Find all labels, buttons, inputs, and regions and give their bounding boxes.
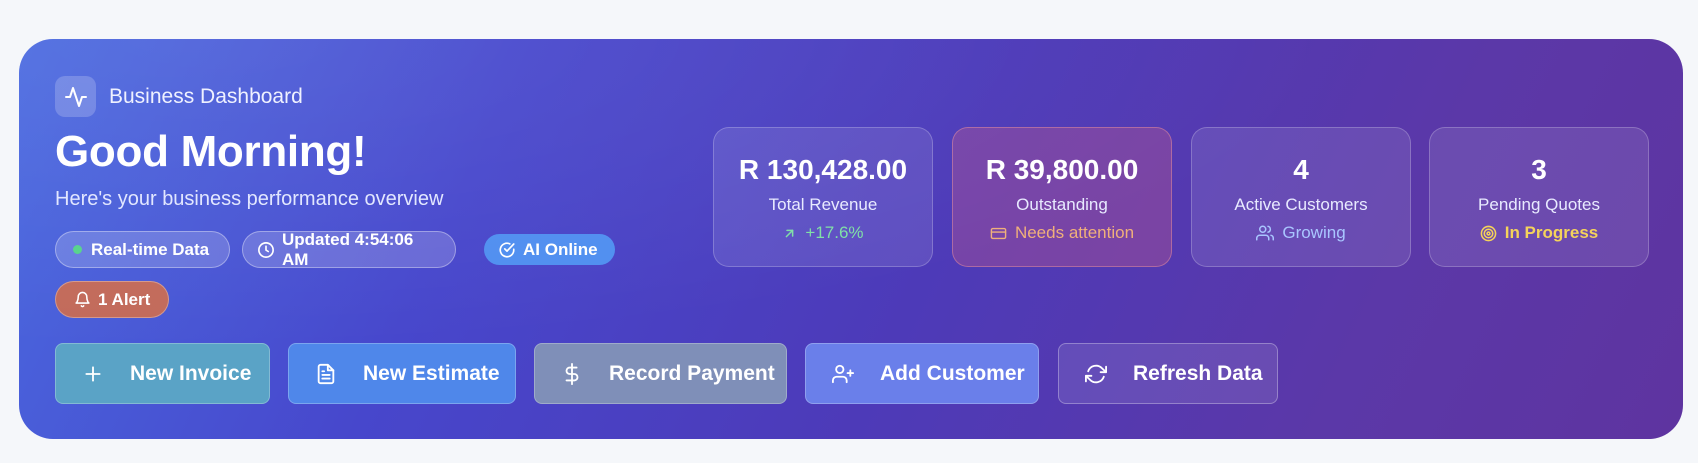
dollar-icon [560, 362, 584, 385]
user-plus-icon [831, 363, 855, 385]
stat-trend: Growing [1192, 223, 1410, 243]
add-customer-button[interactable]: Add Customer [805, 343, 1039, 404]
credit-card-icon [990, 225, 1007, 242]
status-dot [73, 245, 82, 254]
stat-trend-label: Needs attention [1014, 223, 1135, 242]
brand-name: Business Dashboard [109, 84, 303, 108]
stat-card-revenue: R 130,428.00 Total Revenue +17.6% [713, 127, 933, 267]
activity-icon [55, 76, 96, 117]
add-customer-label: Add Customer [880, 361, 1025, 385]
realtime-label: Real-time Data [91, 239, 210, 259]
new-invoice-label: New Invoice [130, 361, 252, 385]
stat-label: Pending Quotes [1478, 195, 1600, 214]
stat-value: R 130,428.00 [738, 154, 908, 185]
record-payment-button[interactable]: Record Payment [534, 343, 787, 404]
alert-label: 1 Alert [98, 289, 151, 309]
clock-icon [257, 241, 275, 259]
target-icon [1480, 225, 1497, 242]
stat-trend-label: +17.6% [805, 223, 864, 242]
updated-badge: Updated 4:54:06 AM [242, 229, 456, 269]
stat-trend-label: In Progress [1504, 223, 1599, 242]
stat-value: R 39,800.00 [985, 154, 1139, 185]
new-estimate-label: New Estimate [363, 361, 500, 385]
ai-status-badge: AI Online [484, 234, 615, 265]
stat-trend: Needs attention [953, 223, 1171, 243]
stat-trend-label: Growing [1282, 223, 1346, 242]
users-icon [1256, 224, 1275, 242]
greeting-title: Good Morning! [55, 127, 367, 176]
record-payment-label: Record Payment [609, 361, 775, 385]
stat-card-customers: 4 Active Customers Growing [1191, 127, 1411, 267]
stat-label: Active Customers [1234, 195, 1368, 214]
stat-value: 4 [1293, 154, 1309, 185]
bell-icon [74, 291, 91, 308]
greeting-subtitle: Here's your business performance overvie… [55, 188, 444, 210]
stat-card-quotes: 3 Pending Quotes In Progress [1429, 127, 1649, 267]
arrow-up-right-icon [782, 226, 797, 241]
stat-card-outstanding: R 39,800.00 Outstanding Needs attention [952, 127, 1172, 267]
new-invoice-button[interactable]: New Invoice [55, 343, 270, 404]
ai-status-label: AI Online [523, 239, 598, 259]
realtime-badge: Real-time Data [55, 231, 230, 268]
alert-badge[interactable]: 1 Alert [55, 281, 169, 318]
refresh-data-button[interactable]: Refresh Data [1058, 343, 1278, 404]
refresh-icon [1084, 363, 1108, 385]
plus-icon [81, 364, 105, 384]
dashboard-hero: Business Dashboard Good Morning! Here's … [19, 39, 1683, 439]
file-text-icon [314, 363, 338, 385]
stat-value: 3 [1531, 154, 1547, 185]
stat-trend: +17.6% [714, 223, 932, 243]
brand: Business Dashboard [55, 76, 303, 117]
refresh-data-label: Refresh Data [1133, 361, 1263, 385]
check-circle-icon [498, 241, 516, 259]
updated-label: Updated 4:54:06 AM [282, 229, 414, 269]
stat-label: Outstanding [1016, 195, 1108, 214]
stat-label: Total Revenue [768, 195, 878, 214]
new-estimate-button[interactable]: New Estimate [288, 343, 516, 404]
stat-trend: In Progress [1430, 223, 1648, 243]
